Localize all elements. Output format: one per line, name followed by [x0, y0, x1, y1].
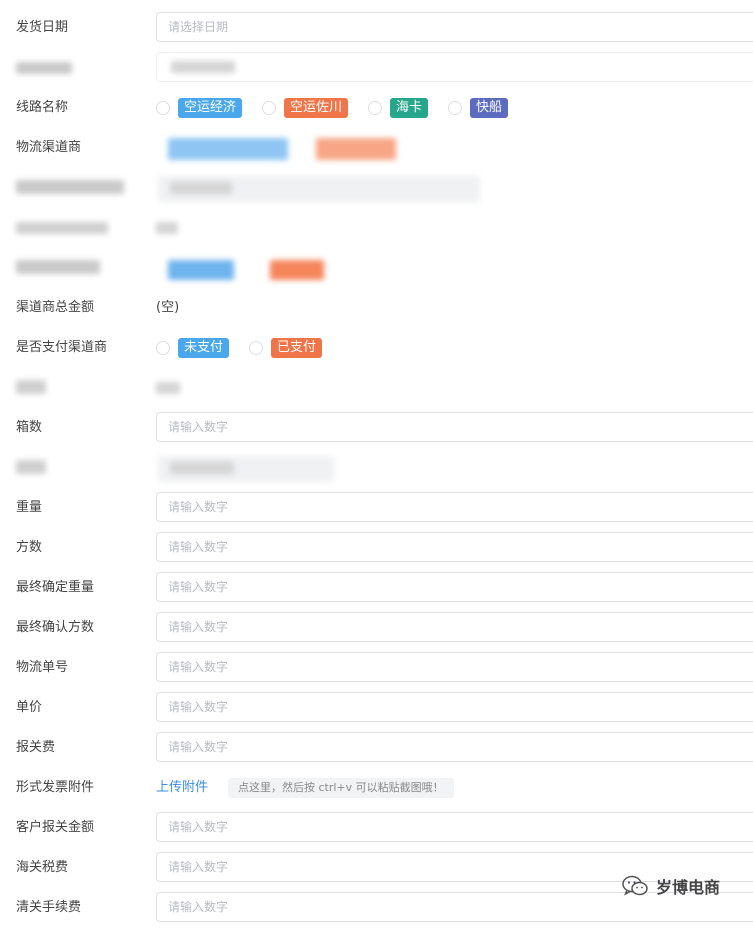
paid-option-unpaid[interactable]: 未支付	[156, 338, 230, 358]
redacted-value	[156, 382, 180, 394]
form-row-logistics-provider: 物流渠道商	[0, 128, 753, 168]
form-row-paid-provider: 是否支付渠道商 未支付 已支付	[0, 328, 753, 368]
radio-circle[interactable]	[448, 101, 463, 115]
customs-tax-label: 海关税费	[16, 860, 69, 875]
redacted-input[interactable]	[156, 52, 753, 82]
invoice-attachment-label: 形式发票附件	[16, 780, 95, 795]
form-row-redacted-2	[0, 168, 753, 208]
redacted-option[interactable]	[168, 260, 234, 280]
ship-date-label: 发货日期	[16, 20, 69, 35]
form-row-ship-date: 发货日期	[0, 8, 753, 48]
paid-provider-radio-group: 未支付 已支付	[156, 328, 342, 368]
logistics-provider-label: 物流渠道商	[16, 140, 82, 155]
radio-circle[interactable]	[262, 101, 277, 115]
radio-circle[interactable]	[156, 101, 170, 115]
redacted-label	[16, 380, 46, 394]
form-row-tracking-no: 物流单号	[0, 648, 753, 688]
weight-input[interactable]	[156, 492, 753, 522]
paid-provider-label: 是否支付渠道商	[16, 340, 108, 355]
redacted-value	[170, 462, 234, 474]
paste-screenshot-hint[interactable]: 点这里，然后按 ctrl+v 可以粘贴截图哦！	[228, 778, 454, 798]
redacted-value	[156, 222, 178, 234]
route-tag: 海卡	[390, 98, 429, 118]
tracking-no-label: 物流单号	[16, 660, 69, 675]
route-tag: 快船	[470, 98, 509, 118]
volume-label: 方数	[16, 540, 43, 555]
redacted-label	[16, 222, 108, 234]
route-option-express-ship[interactable]: 快船	[448, 98, 509, 118]
redacted-label	[16, 460, 46, 474]
redacted-value	[171, 61, 235, 73]
unit-price-input[interactable]	[156, 692, 753, 722]
form-row-redacted-6	[0, 448, 753, 488]
form-row-final-volume: 最终确认方数	[0, 608, 753, 648]
form-row-redacted-5	[0, 368, 753, 408]
final-volume-label: 最终确认方数	[16, 620, 95, 635]
form-row-redacted-3	[0, 208, 753, 248]
paid-option-paid[interactable]: 已支付	[249, 338, 323, 358]
form-row-customs-fee: 报关费	[0, 728, 753, 768]
route-option-air-economy[interactable]: 空运经济	[156, 98, 243, 118]
redacted-provider-option[interactable]	[168, 138, 288, 160]
form-row-volume: 方数	[0, 528, 753, 568]
form-row-customer-declared-amount: 客户报关金额	[0, 808, 753, 848]
redacted-label	[16, 62, 72, 74]
final-volume-input[interactable]	[156, 612, 753, 642]
route-tag: 空运经济	[178, 98, 243, 118]
upload-attachment-link[interactable]: 上传附件	[156, 768, 208, 808]
form-row-weight: 重量	[0, 488, 753, 528]
form-row-unit-price: 单价	[0, 688, 753, 728]
route-tag: 空运佐川	[284, 98, 349, 118]
watermark-text: 岁博电商	[656, 878, 721, 897]
wechat-icon	[622, 875, 648, 896]
customer-declared-amount-input[interactable]	[156, 812, 753, 842]
form-row-route-name: 线路名称 空运经济 空运佐川 海卡 快船	[0, 88, 753, 128]
form-row-invoice-attachment: 形式发票附件 上传附件 点这里，然后按 ctrl+v 可以粘贴截图哦！	[0, 768, 753, 808]
route-option-air-sagawa[interactable]: 空运佐川	[262, 98, 349, 118]
boxes-label: 箱数	[16, 420, 43, 435]
form-row-provider-total: 渠道商总金额 (空)	[0, 288, 753, 328]
customer-declared-amount-label: 客户报关金额	[16, 820, 95, 835]
tracking-no-input[interactable]	[156, 652, 753, 682]
unit-price-label: 单价	[16, 700, 43, 715]
route-name-label: 线路名称	[16, 100, 69, 115]
route-name-radio-group: 空运经济 空运佐川 海卡 快船	[156, 88, 528, 128]
route-option-sea-truck[interactable]: 海卡	[368, 98, 429, 118]
boxes-input[interactable]	[156, 412, 753, 442]
radio-circle[interactable]	[249, 341, 264, 355]
form-row-redacted-4	[0, 248, 753, 288]
customs-fee-label: 报关费	[16, 740, 56, 755]
watermark: 岁博电商	[622, 872, 720, 900]
weight-label: 重量	[16, 500, 43, 515]
form-row-final-weight: 最终确定重量	[0, 568, 753, 608]
paid-tag: 未支付	[178, 338, 230, 358]
clearance-fee-label: 清关手续费	[16, 900, 82, 915]
paid-tag: 已支付	[271, 338, 323, 358]
customs-fee-input[interactable]	[156, 732, 753, 762]
ship-date-input[interactable]	[156, 12, 753, 42]
provider-total-label: 渠道商总金额	[16, 300, 95, 315]
form-row-boxes: 箱数	[0, 408, 753, 448]
final-weight-input[interactable]	[156, 572, 753, 602]
radio-circle[interactable]	[156, 341, 170, 355]
volume-input[interactable]	[156, 532, 753, 562]
radio-circle[interactable]	[368, 101, 383, 115]
final-weight-label: 最终确定重量	[16, 580, 95, 595]
redacted-label	[16, 260, 100, 274]
provider-total-value: (空)	[156, 300, 180, 315]
redacted-option[interactable]	[270, 260, 324, 280]
form-row-redacted-1	[0, 48, 753, 88]
redacted-label	[16, 180, 124, 194]
redacted-value	[170, 182, 232, 194]
redacted-provider-option[interactable]	[316, 138, 396, 160]
